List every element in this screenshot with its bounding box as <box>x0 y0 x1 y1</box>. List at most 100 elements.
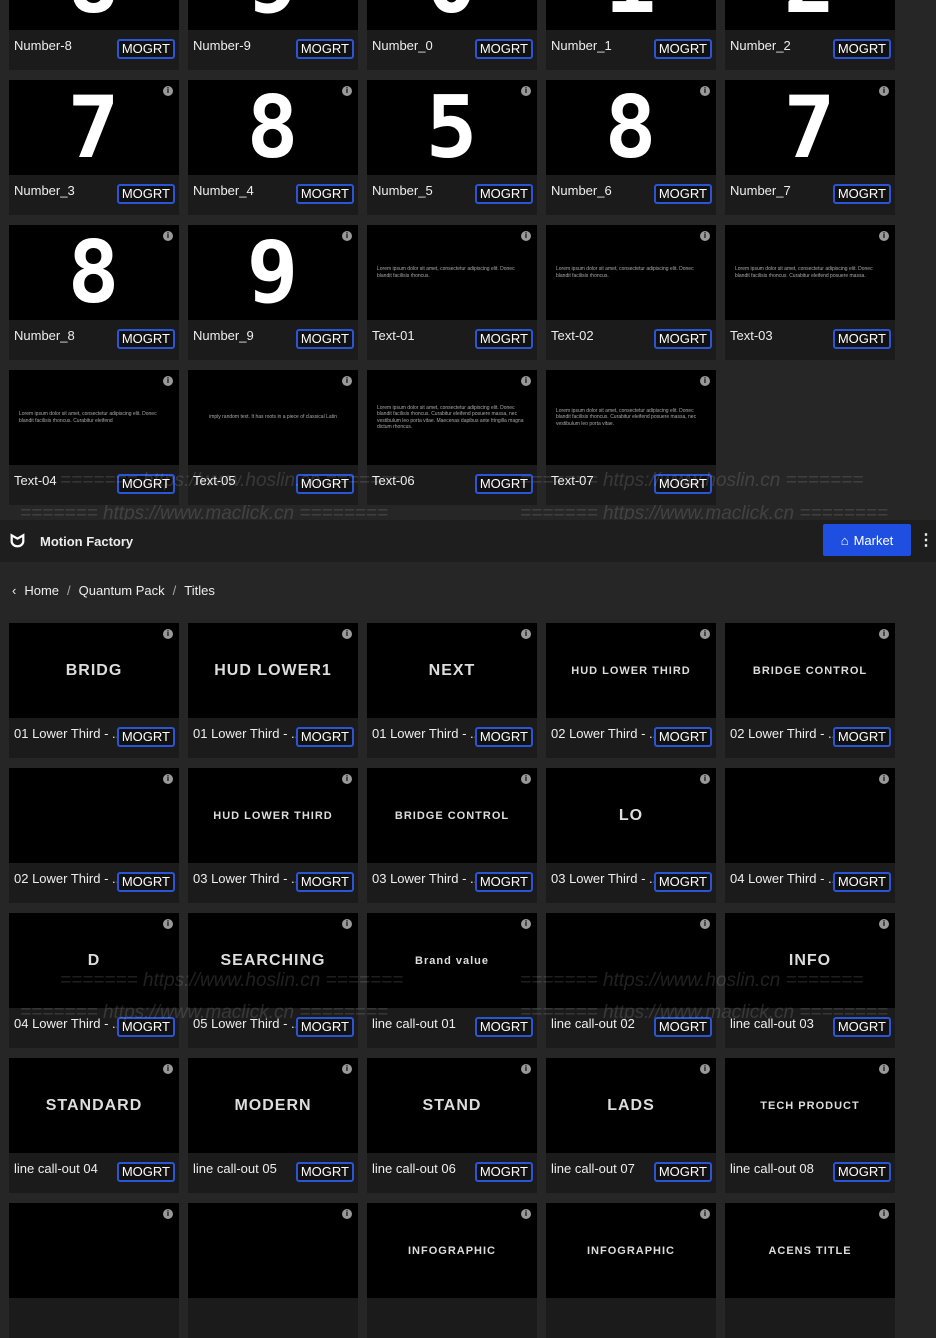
mogrt-badge-button[interactable]: MOGRT <box>116 184 175 204</box>
asset-card[interactable]: i 02 Lower Third - ... MOGRT <box>9 768 179 903</box>
info-icon[interactable]: i <box>342 86 352 96</box>
mogrt-badge-button[interactable]: MOGRT <box>653 184 712 204</box>
asset-card[interactable]: D i 04 Lower Third - ... MOGRT <box>9 913 179 1048</box>
asset-card[interactable]: HUD LOWER THIRD i 02 Lower Third - ... M… <box>546 623 716 758</box>
asset-thumbnail[interactable]: 8 i <box>9 225 179 320</box>
mogrt-badge-button[interactable]: MOGRT <box>295 184 354 204</box>
mogrt-badge-button[interactable]: MOGRT <box>653 1162 712 1182</box>
market-button[interactable]: ⌂ Market <box>823 524 911 556</box>
asset-card[interactable]: 9 i Number-9 MOGRT <box>188 0 358 70</box>
asset-card[interactable]: BRIDGE CONTROL i 03 Lower Third - ... MO… <box>367 768 537 903</box>
mogrt-badge-button[interactable]: MOGRT <box>832 184 891 204</box>
info-icon[interactable]: i <box>700 376 710 386</box>
info-icon[interactable]: i <box>521 376 531 386</box>
asset-card[interactable]: i 04 Lower Third - ... MOGRT <box>725 768 895 903</box>
mogrt-badge-button[interactable]: MOGRT <box>116 1162 175 1182</box>
asset-card[interactable]: INFO i line call-out 03 MOGRT <box>725 913 895 1048</box>
asset-thumbnail[interactable]: ACENS TITLE i <box>725 1203 895 1298</box>
mogrt-badge-button[interactable]: MOGRT <box>116 1017 175 1037</box>
mogrt-badge-button[interactable]: MOGRT <box>474 474 533 494</box>
asset-thumbnail[interactable]: i <box>725 768 895 863</box>
asset-thumbnail[interactable]: Lorem ipsum dolor sit amet, consectetur … <box>367 370 537 465</box>
asset-card[interactable]: INFOGRAPHIC i <box>546 1203 716 1338</box>
breadcrumb-quantum-pack[interactable]: Quantum Pack <box>79 583 165 598</box>
asset-card[interactable]: Brand value i line call-out 01 MOGRT <box>367 913 537 1048</box>
asset-thumbnail[interactable]: 7 i <box>9 80 179 175</box>
mogrt-badge-button[interactable]: MOGRT <box>295 1017 354 1037</box>
info-icon[interactable]: i <box>342 376 352 386</box>
info-icon[interactable]: i <box>879 1209 889 1219</box>
asset-card[interactable]: BRIDGE CONTROL i 02 Lower Third - ... MO… <box>725 623 895 758</box>
asset-thumbnail[interactable]: imply random text. It has roots in a pie… <box>188 370 358 465</box>
mogrt-badge-button[interactable]: MOGRT <box>653 1017 712 1037</box>
asset-thumbnail[interactable]: Brand value i <box>367 913 537 1008</box>
asset-thumbnail[interactable]: LO i <box>546 768 716 863</box>
kebab-menu-icon[interactable]: ⋮ <box>918 530 934 550</box>
info-icon[interactable]: i <box>163 919 173 929</box>
mogrt-badge-button[interactable]: MOGRT <box>474 39 533 59</box>
info-icon[interactable]: i <box>342 629 352 639</box>
asset-card[interactable]: 5 i Number_5 MOGRT <box>367 80 537 215</box>
asset-card[interactable]: LADS i line call-out 07 MOGRT <box>546 1058 716 1193</box>
asset-card[interactable]: 8 i Number_6 MOGRT <box>546 80 716 215</box>
asset-thumbnail[interactable]: 8 i <box>546 80 716 175</box>
mogrt-badge-button[interactable]: MOGRT <box>653 727 712 747</box>
mogrt-badge-button[interactable]: MOGRT <box>653 872 712 892</box>
asset-card[interactable]: TECH PRODUCT i line call-out 08 MOGRT <box>725 1058 895 1193</box>
asset-thumbnail[interactable]: BRIDGE CONTROL i <box>725 623 895 718</box>
asset-card[interactable]: 9 i Number_9 MOGRT <box>188 225 358 360</box>
asset-thumbnail[interactable]: 8 i <box>188 80 358 175</box>
mogrt-badge-button[interactable]: MOGRT <box>474 329 533 349</box>
info-icon[interactable]: i <box>342 1064 352 1074</box>
asset-thumbnail[interactable]: STANDARD i <box>9 1058 179 1153</box>
info-icon[interactable]: i <box>700 1209 710 1219</box>
info-icon[interactable]: i <box>700 774 710 784</box>
mogrt-badge-button[interactable]: MOGRT <box>653 329 712 349</box>
asset-thumbnail[interactable]: LADS i <box>546 1058 716 1153</box>
asset-card[interactable]: INFOGRAPHIC i <box>367 1203 537 1338</box>
asset-card[interactable]: BRIDG i 01 Lower Third - ... MOGRT <box>9 623 179 758</box>
mogrt-badge-button[interactable]: MOGRT <box>832 1017 891 1037</box>
info-icon[interactable]: i <box>163 774 173 784</box>
asset-thumbnail[interactable]: Lorem ipsum dolor sit amet, consectetur … <box>725 225 895 320</box>
asset-thumbnail[interactable]: INFOGRAPHIC i <box>367 1203 537 1298</box>
info-icon[interactable]: i <box>879 919 889 929</box>
asset-card[interactable]: NEXT i 01 Lower Third - ... MOGRT <box>367 623 537 758</box>
asset-thumbnail[interactable]: Lorem ipsum dolor sit amet, consectetur … <box>546 225 716 320</box>
info-icon[interactable]: i <box>521 1209 531 1219</box>
mogrt-badge-button[interactable]: MOGRT <box>832 39 891 59</box>
mogrt-badge-button[interactable]: MOGRT <box>832 727 891 747</box>
asset-card[interactable]: Lorem ipsum dolor sit amet, consectetur … <box>725 225 895 360</box>
asset-card[interactable]: SEARCHING i 05 Lower Third - ... MOGRT <box>188 913 358 1048</box>
asset-card[interactable]: i <box>9 1203 179 1338</box>
asset-card[interactable]: LO i 03 Lower Third - ... MOGRT <box>546 768 716 903</box>
asset-thumbnail[interactable]: i <box>9 768 179 863</box>
asset-card[interactable]: HUD LOWER THIRD i 03 Lower Third - ... M… <box>188 768 358 903</box>
asset-thumbnail[interactable]: Lorem ipsum dolor sit amet, consectetur … <box>9 370 179 465</box>
mogrt-badge-button[interactable]: MOGRT <box>116 474 175 494</box>
asset-thumbnail[interactable]: HUD LOWER THIRD i <box>188 768 358 863</box>
info-icon[interactable]: i <box>700 919 710 929</box>
info-icon[interactable]: i <box>700 86 710 96</box>
asset-card[interactable]: ACENS TITLE i <box>725 1203 895 1338</box>
asset-card[interactable]: 8 i Number_8 MOGRT <box>9 225 179 360</box>
mogrt-badge-button[interactable]: MOGRT <box>653 474 712 494</box>
asset-thumbnail[interactable]: INFO i <box>725 913 895 1008</box>
info-icon[interactable]: i <box>879 774 889 784</box>
info-icon[interactable]: i <box>879 86 889 96</box>
info-icon[interactable]: i <box>700 1064 710 1074</box>
asset-thumbnail[interactable]: NEXT i <box>367 623 537 718</box>
breadcrumb-home[interactable]: Home <box>24 583 59 598</box>
asset-thumbnail[interactable]: MODERN i <box>188 1058 358 1153</box>
asset-card[interactable]: STANDARD i line call-out 04 MOGRT <box>9 1058 179 1193</box>
asset-card[interactable]: Lorem ipsum dolor sit amet, consectetur … <box>367 370 537 505</box>
mogrt-badge-button[interactable]: MOGRT <box>474 1162 533 1182</box>
asset-thumbnail[interactable]: 7 i <box>725 80 895 175</box>
asset-card[interactable]: 0 i Number_0 MOGRT <box>367 0 537 70</box>
mogrt-badge-button[interactable]: MOGRT <box>295 39 354 59</box>
mogrt-badge-button[interactable]: MOGRT <box>832 1162 891 1182</box>
asset-card[interactable]: i <box>188 1203 358 1338</box>
asset-thumbnail[interactable]: 8 i <box>9 0 179 30</box>
asset-thumbnail[interactable]: 0 i <box>367 0 537 30</box>
mogrt-badge-button[interactable]: MOGRT <box>474 872 533 892</box>
